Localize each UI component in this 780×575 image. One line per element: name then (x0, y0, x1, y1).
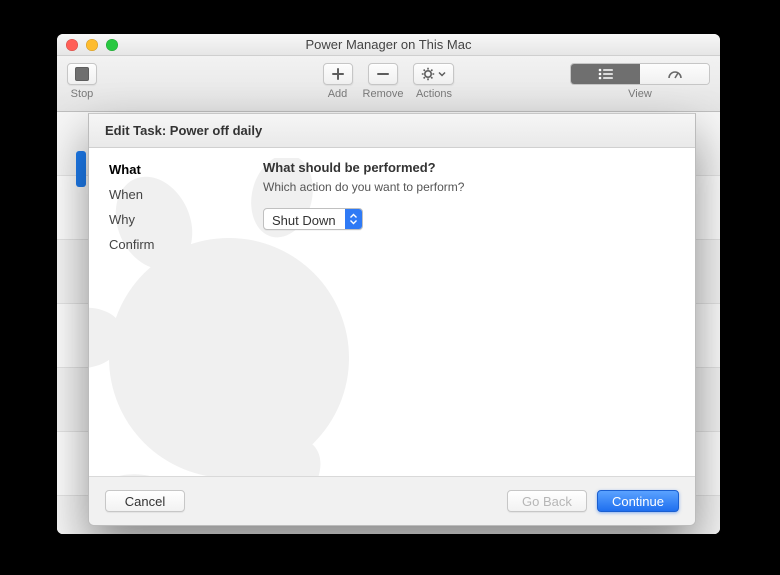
selected-task-peek (76, 151, 86, 187)
edit-task-sheet: Edit Task: Power off daily What When Why… (88, 113, 696, 526)
step-when[interactable]: When (109, 187, 251, 202)
go-back-button: Go Back (507, 490, 587, 512)
remove-button[interactable] (368, 63, 398, 85)
gauge-icon (667, 68, 683, 80)
minimize-icon[interactable] (86, 39, 98, 51)
content-subtext: Which action do you want to perform? (263, 180, 677, 194)
close-icon[interactable] (66, 39, 78, 51)
step-why[interactable]: Why (109, 212, 251, 227)
step-what[interactable]: What (109, 162, 251, 177)
view-list-button[interactable] (571, 64, 640, 84)
actions-button[interactable] (413, 63, 454, 85)
remove-label: Remove (363, 88, 404, 100)
gear-icon (421, 67, 435, 81)
action-select[interactable]: Shut Down (263, 208, 363, 230)
window-title: Power Manager on This Mac (57, 37, 720, 52)
step-sidebar: What When Why Confirm (89, 148, 259, 476)
view-gauge-button[interactable] (640, 64, 709, 84)
minus-icon (376, 67, 390, 81)
sheet-title: Edit Task: Power off daily (89, 114, 695, 148)
plus-icon (331, 67, 345, 81)
list-icon (598, 68, 614, 80)
add-button[interactable] (323, 63, 353, 85)
stop-label: Stop (71, 88, 94, 100)
add-label: Add (328, 88, 348, 100)
step-confirm[interactable]: Confirm (109, 237, 251, 252)
content-heading: What should be performed? (263, 160, 677, 175)
action-select-value: Shut Down (264, 209, 345, 229)
titlebar: Power Manager on This Mac (57, 34, 720, 56)
chevron-down-icon (438, 70, 446, 78)
step-content: What should be performed? Which action d… (259, 148, 695, 476)
cancel-button[interactable]: Cancel (105, 490, 185, 512)
zoom-icon[interactable] (106, 39, 118, 51)
view-label: View (628, 88, 652, 100)
stop-button[interactable] (67, 63, 97, 85)
toolbar: Stop Add Remove (57, 56, 720, 112)
actions-label: Actions (416, 88, 452, 100)
stop-icon (75, 67, 89, 81)
sheet-footer: Cancel Go Back Continue (89, 477, 695, 525)
view-segmented[interactable] (570, 63, 710, 85)
continue-button[interactable]: Continue (597, 490, 679, 512)
select-stepper-icon (345, 209, 362, 229)
